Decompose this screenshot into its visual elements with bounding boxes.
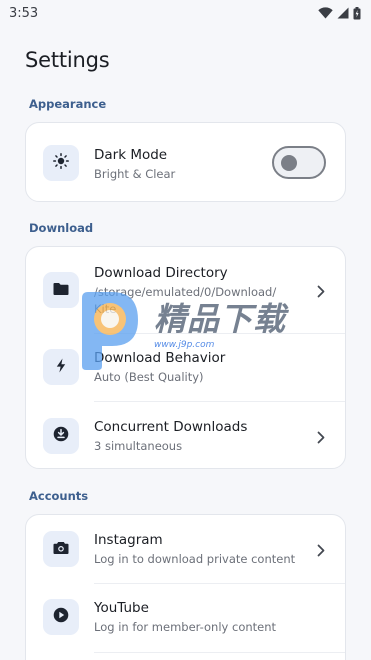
signal-icon — [337, 7, 349, 19]
accounts-card: Instagram Log in to download private con… — [25, 514, 346, 660]
status-bar: 3:53 — [0, 0, 371, 26]
appearance-card: Dark Mode Bright & Clear — [25, 122, 346, 202]
download-card: Download Directory /storage/emulated/0/D… — [25, 246, 346, 469]
youtube-title: YouTube — [94, 600, 149, 616]
youtube-icon-box — [43, 599, 79, 635]
download-directory-icon-box — [43, 272, 79, 308]
concurrent-downloads-row[interactable]: Concurrent Downloads 3 simultaneous — [26, 402, 345, 468]
play-circle-icon — [53, 607, 69, 627]
download-circle-icon — [53, 426, 69, 446]
youtube-row[interactable]: YouTube Log in for member-only content — [26, 584, 345, 652]
section-label-accounts: Accounts — [29, 489, 89, 503]
page-title: Settings — [25, 48, 110, 72]
download-behavior-icon-box — [43, 349, 79, 385]
download-behavior-title: Download Behavior — [94, 350, 226, 366]
dark-mode-row[interactable]: Dark Mode Bright & Clear — [26, 123, 345, 201]
dark-mode-subtitle: Bright & Clear — [94, 167, 176, 181]
instagram-row[interactable]: Instagram Log in to download private con… — [26, 515, 345, 583]
instagram-subtitle: Log in to download private content — [94, 552, 296, 566]
section-label-appearance: Appearance — [29, 97, 107, 111]
wifi-icon — [318, 7, 333, 19]
status-icons — [318, 6, 361, 20]
download-directory-path-cont: Kite — [94, 302, 117, 316]
concurrent-downloads-subtitle: 3 simultaneous — [94, 439, 183, 453]
chevron-right-icon — [317, 429, 325, 448]
chevron-right-icon — [317, 283, 325, 302]
dark-mode-title: Dark Mode — [94, 147, 168, 163]
dark-mode-toggle[interactable] — [272, 146, 326, 179]
divider — [94, 652, 345, 653]
sun-icon — [53, 153, 69, 173]
download-behavior-subtitle: Auto (Best Quality) — [94, 370, 204, 384]
concurrent-downloads-title: Concurrent Downloads — [94, 419, 248, 435]
download-behavior-row[interactable]: Download Behavior Auto (Best Quality) — [26, 334, 345, 401]
download-directory-path: /storage/emulated/0/Download/ — [94, 285, 277, 299]
youtube-subtitle: Log in for member-only content — [94, 620, 277, 634]
battery-icon — [353, 6, 361, 20]
status-time: 3:53 — [9, 5, 39, 21]
lightning-icon — [56, 358, 66, 377]
camera-icon — [53, 540, 69, 559]
section-label-download: Download — [29, 221, 94, 235]
download-directory-title: Download Directory — [94, 265, 228, 281]
concurrent-downloads-icon-box — [43, 418, 79, 454]
toggle-knob — [281, 155, 297, 171]
instagram-icon-box — [43, 531, 79, 567]
instagram-title: Instagram — [94, 532, 163, 548]
download-directory-row[interactable]: Download Directory /storage/emulated/0/D… — [26, 247, 345, 333]
dark-mode-icon-box — [43, 145, 79, 181]
folder-icon — [53, 281, 69, 300]
chevron-right-icon — [317, 542, 325, 561]
